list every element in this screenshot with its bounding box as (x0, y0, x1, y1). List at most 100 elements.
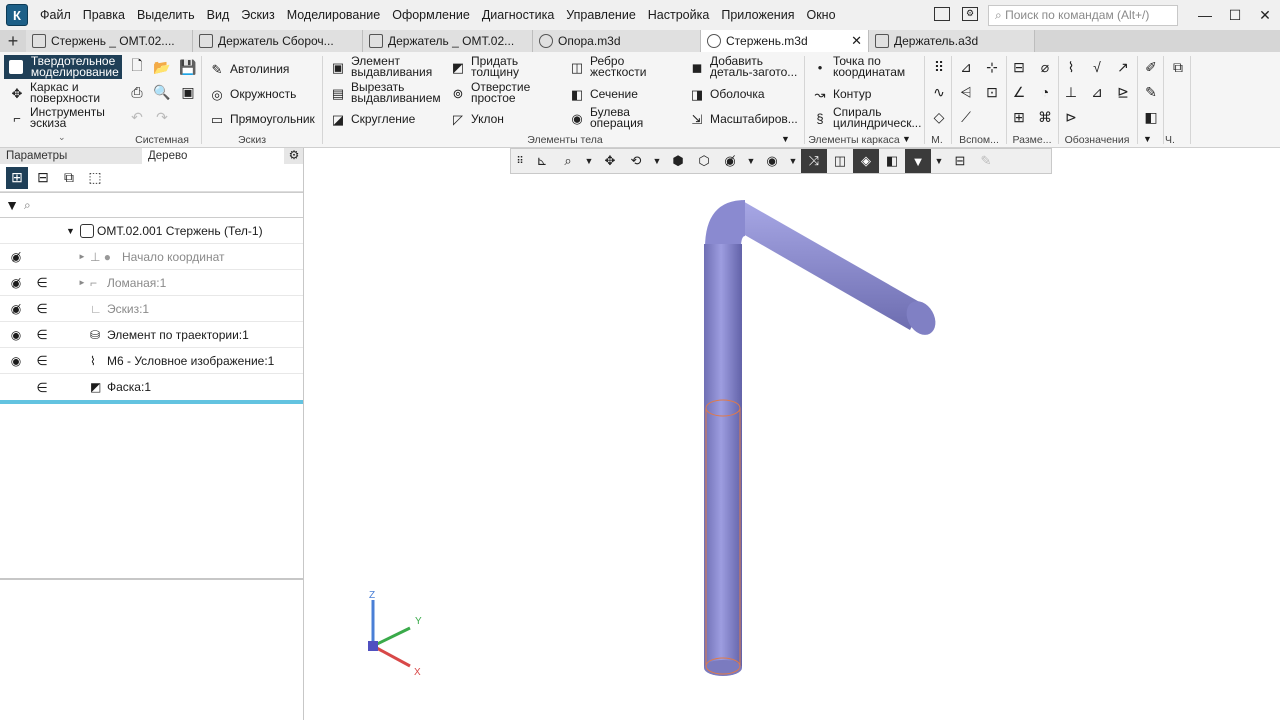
dim-linear-icon[interactable]: ⊟ (1011, 59, 1027, 75)
tab-document-5[interactable]: Стержень.m3d ✕ (701, 30, 869, 52)
dim-chain-icon[interactable]: ⌘ (1037, 109, 1053, 125)
filter-icon[interactable]: ▼ (0, 197, 24, 213)
boolean-button[interactable]: ◉ Булева операция (569, 106, 650, 129)
scale-button[interactable]: ⇲ Масштабиров... (689, 111, 798, 127)
open-icon[interactable]: 📂 (153, 59, 170, 75)
annotation-edit-icon[interactable]: ✎ (1143, 84, 1159, 100)
panel-splitter[interactable] (0, 578, 303, 580)
dropdown-icon[interactable]: ▼ (785, 149, 801, 173)
3d-viewport[interactable]: Z Y X (305, 148, 1280, 720)
helix-button[interactable]: § Спираль цилиндрическ... (812, 106, 927, 129)
menu-edit[interactable]: Правка (77, 0, 131, 30)
curve-icon[interactable]: ∿ (931, 84, 947, 100)
include-icon[interactable]: ∈ (34, 380, 50, 396)
mark-icon[interactable]: ⊵ (1115, 84, 1131, 100)
edit-icon[interactable]: ✎ (973, 149, 999, 173)
point-by-coords-button[interactable]: • Точка по координатам (812, 55, 915, 78)
visibility-icon[interactable]: ◉ (6, 354, 26, 368)
aux-plane-icon[interactable]: ⊿ (958, 59, 974, 75)
contour-button[interactable]: ↝ Контур (812, 86, 872, 102)
rectangle-button[interactable]: ▭ Прямоугольник (209, 111, 315, 127)
weld-icon[interactable]: ⊳ (1063, 109, 1079, 125)
aux-point-icon[interactable]: ⊡ (984, 84, 1000, 100)
new-tab-button[interactable]: + (0, 30, 26, 52)
tree-history-icon[interactable]: ⊟ (32, 167, 54, 189)
draft-button[interactable]: ◸ Уклон (450, 111, 504, 127)
settings-window-icon[interactable]: ⚙ (962, 7, 978, 21)
pan-icon[interactable]: ✥ (597, 149, 623, 173)
tree-row-thread[interactable]: ◉ ∈ ⌇ М6 - Условное изображение:1 (0, 348, 303, 374)
group-dropdown-icon[interactable]: ▼ (781, 134, 790, 144)
minimize-button[interactable]: — (1190, 0, 1220, 30)
tab-document-4[interactable]: Опора.m3d (533, 30, 701, 52)
add-blank-button[interactable]: ◼ Добавить деталь-загото... (689, 55, 806, 78)
tree-group-icon[interactable]: ⬚ (84, 167, 106, 189)
perspective-icon[interactable]: ◈ (853, 149, 879, 173)
tab-document-2[interactable]: Держатель Сбороч... (193, 30, 363, 52)
visibility-hidden-icon[interactable]: ◉̸ (6, 276, 26, 290)
dropdown-icon[interactable]: ▼ (581, 149, 597, 173)
leader-icon[interactable]: ↗ (1115, 59, 1131, 75)
tab-parameters[interactable]: Параметры (0, 148, 142, 164)
redo-icon[interactable]: ↷ (154, 109, 170, 125)
roughness-icon[interactable]: √ (1089, 59, 1105, 75)
group-dropdown-icon[interactable]: ▼ (902, 134, 911, 144)
dim-diameter-icon[interactable]: ⌀ (1037, 59, 1053, 75)
tolerance-icon[interactable]: ⊿ (1089, 84, 1105, 100)
grid-icon[interactable]: ⠿ (931, 59, 947, 75)
thicken-button[interactable]: ◩ Придать толщину (450, 55, 531, 78)
snap-icon[interactable]: ⤨ (801, 149, 827, 173)
tree-links-icon[interactable]: ⧉ (58, 167, 80, 189)
autoline-button[interactable]: ✎ Автолиния (209, 61, 290, 77)
save-icon[interactable]: 💾 (179, 59, 196, 75)
app-logo-icon[interactable]: К (6, 4, 28, 26)
command-search-input[interactable]: ⌕ Поиск по командам (Alt+/) (988, 5, 1178, 26)
mode-sketch-tools[interactable]: ⌐ Инструменты эскиза (9, 106, 119, 129)
menu-diagnostics[interactable]: Диагностика (476, 0, 560, 30)
expand-icon[interactable]: ⌄ (58, 132, 66, 143)
panel-settings-icon[interactable]: ⚙ (285, 148, 303, 164)
wireframe-icon[interactable]: ⬡ (691, 149, 717, 173)
tree-root-row[interactable]: ▼ ОМТ.02.001 Стержень (Тел-1) (0, 218, 303, 244)
annotation-delete-icon[interactable]: ◧ (1143, 109, 1159, 125)
annotation-icon[interactable]: ✐ (1143, 59, 1159, 75)
hole-button[interactable]: ⊚ Отверстие простое (450, 81, 531, 104)
visibility-hidden-icon[interactable]: ◉̸ (6, 250, 26, 264)
dropdown-icon[interactable]: ▼ (931, 149, 947, 173)
plane-icon[interactable]: ◇ (931, 109, 947, 125)
section-button[interactable]: ◧ Сечение (569, 86, 638, 102)
tree-search-input[interactable]: ⌕ (24, 198, 31, 213)
include-icon[interactable]: ∈ (34, 301, 50, 317)
tab-tree[interactable]: Дерево (142, 148, 284, 164)
section-view-icon[interactable]: ◫ (827, 149, 853, 173)
view-orient-icon[interactable]: ⊾ (529, 149, 555, 173)
circle-button[interactable]: ◎ Окружность (209, 86, 296, 102)
base-icon[interactable]: ⊥ (1063, 84, 1079, 100)
rod-leg[interactable] (704, 244, 742, 668)
menu-sketch[interactable]: Эскиз (235, 0, 280, 30)
collapse-icon[interactable]: ▼ (66, 226, 75, 236)
rib-button[interactable]: ◫ Ребро жесткости (569, 55, 648, 78)
menu-settings[interactable]: Настройка (642, 0, 716, 30)
properties-icon[interactable]: ⊟ (947, 149, 973, 173)
visibility-icon[interactable]: ◉ (759, 149, 785, 173)
group-dropdown-icon[interactable]: ▼ (1143, 134, 1152, 144)
new-document-icon[interactable]: 🗋 (129, 57, 145, 75)
dim-angle-icon[interactable]: ∠ (1011, 84, 1027, 100)
layout-icon[interactable] (934, 7, 950, 21)
menu-select[interactable]: Выделить (131, 0, 201, 30)
shaded-icon[interactable]: ⬢ (665, 149, 691, 173)
maximize-button[interactable]: ☐ (1220, 0, 1250, 30)
fillet-button[interactable]: ◪ Скругление (330, 111, 415, 127)
cut-extrude-button[interactable]: ▤ Вырезать выдавливанием (330, 81, 441, 104)
visibility-icon[interactable]: ◉ (6, 328, 26, 342)
visibility-hidden-icon[interactable]: ◉̸ (6, 302, 26, 316)
shell-button[interactable]: ◨ Оболочка (689, 86, 765, 102)
drawing-view-icon[interactable]: ⧉ (1170, 59, 1186, 75)
tree-row-sketch[interactable]: ◉̸ ∈ ∟ Эскиз:1 (0, 296, 303, 322)
dropdown-icon[interactable]: ▼ (649, 149, 665, 173)
save-as-icon[interactable]: ▣ (180, 84, 196, 100)
layers-icon[interactable]: ◧ (879, 149, 905, 173)
tree-row-chamfer[interactable]: ∈ ◩ Фаска:1 (0, 374, 303, 404)
close-tab-icon[interactable]: ✕ (851, 33, 862, 49)
